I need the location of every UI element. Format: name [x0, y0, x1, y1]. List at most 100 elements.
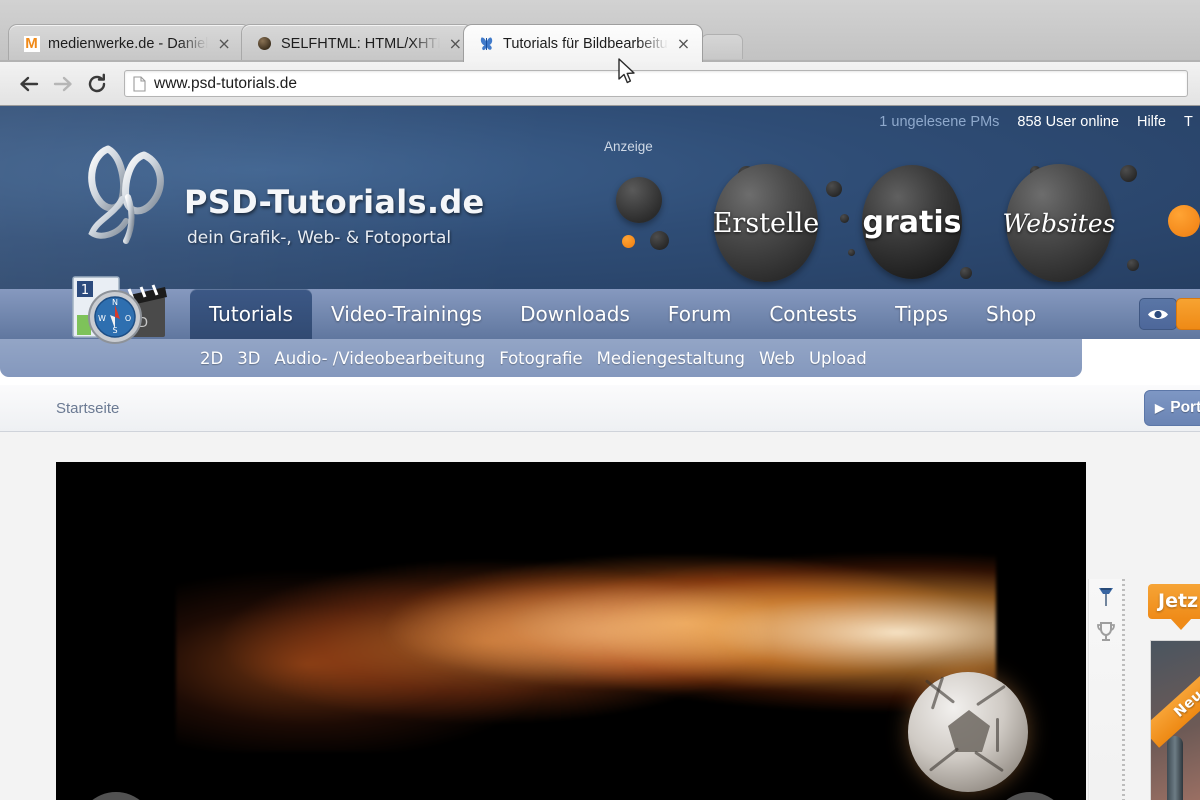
tab-close-icon[interactable]: ×	[677, 34, 690, 53]
web-page: 1 ungelesene PMs 858 User online Hilfe T	[0, 106, 1200, 800]
subnav-item-upload[interactable]: Upload	[809, 349, 867, 368]
chevron-right-icon: ▶	[1155, 401, 1165, 415]
ad-dot-dark	[1127, 259, 1139, 271]
pin-icon[interactable]	[1095, 585, 1117, 614]
breadcrumb-item-startseite[interactable]: Startseite	[56, 400, 119, 417]
help-link[interactable]: Hilfe	[1137, 114, 1166, 130]
nav-item-label: Shop	[986, 302, 1037, 326]
ad-dot-dark	[650, 231, 669, 250]
ad-dot-dark	[840, 214, 849, 223]
mouse-pointer-icon	[617, 58, 637, 91]
ball-seam	[974, 750, 1004, 773]
svg-text:W: W	[98, 314, 106, 323]
nav-item-label: Tutorials	[209, 302, 293, 326]
svg-text:1: 1	[81, 283, 89, 298]
nav-item-forum[interactable]: Forum	[649, 289, 750, 339]
site-header: 1 ungelesene PMs 858 User online Hilfe T	[0, 106, 1200, 289]
tab-title: Tutorials für Bildbearbeitu	[503, 35, 668, 52]
subnav-item-3d[interactable]: 3D	[237, 349, 260, 368]
m-letter-icon: M	[23, 34, 40, 52]
main-navigation: 2D 3D Audio- /Videobearbeitung Fotografi…	[0, 276, 1200, 385]
address-bar[interactable]: www.psd-tutorials.de	[124, 70, 1188, 97]
page-document-icon	[133, 75, 146, 92]
logo-text-block: PSD-Tutorials.de dein Grafik-, Web- & Fo…	[184, 141, 485, 248]
ad-dot-dark	[826, 181, 842, 197]
new-tab-button[interactable]	[701, 34, 743, 59]
trophy-icon[interactable]	[1095, 620, 1117, 649]
breadcrumb: Startseite ▶ Port	[0, 385, 1200, 432]
logo-tagline: dein Grafik-, Web- & Fotoportal	[187, 228, 452, 248]
users-online-label: 858 User online	[1017, 114, 1119, 130]
svg-text:O: O	[125, 314, 131, 323]
site-logo[interactable]: PSD-Tutorials.de dein Grafik-, Web- & Fo…	[78, 141, 485, 249]
promo-thumbnail[interactable]: Neuer	[1150, 640, 1200, 800]
page-title: PSD-Tutorials.de	[184, 183, 485, 221]
rail-dotted-divider	[1122, 579, 1125, 800]
portfolio-button[interactable]: ▶ Port	[1144, 390, 1200, 426]
unread-pms-link[interactable]: 1 ungelesene PMs	[879, 114, 999, 130]
ball-seam	[996, 718, 999, 752]
tab-close-icon[interactable]: ×	[217, 34, 230, 53]
subnav-item-web[interactable]: Web	[759, 349, 795, 368]
topbar-truncated-link[interactable]: T	[1184, 114, 1196, 130]
subnav-item-2d[interactable]: 2D	[200, 349, 223, 368]
ad-sphere-small	[616, 177, 662, 223]
tab-close-icon[interactable]: ×	[449, 34, 462, 53]
nav-item-label: Tipps	[895, 302, 949, 326]
nav-item-tipps[interactable]: Tipps	[876, 289, 967, 339]
thumbnail-graphic	[1167, 736, 1183, 800]
browser-tab-selfhtml[interactable]: SELFHTML: HTML/XHTM ×	[241, 24, 473, 62]
tab-title: medienwerke.de - Daniel	[48, 35, 209, 52]
nav-item-label: Downloads	[520, 302, 630, 326]
header-topbar: 1 ungelesene PMs 858 User online Hilfe T	[879, 114, 1200, 130]
tab-title: SELFHTML: HTML/XHTM	[281, 35, 440, 52]
nav-item-shop[interactable]: Shop	[967, 289, 1055, 339]
forward-arrow-icon	[46, 67, 80, 101]
jetzt-badge[interactable]: Jetz	[1148, 584, 1200, 630]
nav-item-tutorials[interactable]: Tutorials	[190, 289, 312, 339]
advertisement-banner[interactable]: Anzeige Erstelle gratis Websites	[600, 139, 1200, 282]
ball-seam	[928, 747, 960, 772]
soccer-ball-graphic	[908, 672, 1028, 792]
eye-icon[interactable]	[1139, 298, 1177, 330]
orange-action-button[interactable]	[1176, 298, 1200, 330]
nav-item-video-trainings[interactable]: Video-Trainings	[312, 289, 501, 339]
subnav-item-fotografie[interactable]: Fotografie	[499, 349, 582, 368]
ad-dot-dark	[1120, 165, 1137, 182]
back-arrow-icon[interactable]	[12, 67, 46, 101]
nav-item-label: Contests	[769, 302, 858, 326]
browser-tab-medienwerke[interactable]: M medienwerke.de - Daniel ×	[8, 24, 251, 62]
ad-dot-dark	[848, 249, 855, 256]
promo-sidebar: Jetz Neuer	[1140, 574, 1200, 800]
tab-list: M medienwerke.de - Daniel × SELFHTML: HT…	[8, 24, 743, 62]
tab-strip: M medienwerke.de - Daniel × SELFHTML: HT…	[0, 0, 1200, 62]
selfhtml-icon	[256, 35, 273, 52]
tutorials-compass-icon: 1 D N S W O	[55, 269, 175, 361]
subnav-item-audio-video[interactable]: Audio- /Videobearbeitung	[274, 349, 485, 368]
nav-item-downloads[interactable]: Downloads	[501, 289, 649, 339]
ad-sphere-websites: Websites	[1003, 164, 1115, 282]
subnav-item-mediengestaltung[interactable]: Mediengestaltung	[597, 349, 745, 368]
browser-toolbar: www.psd-tutorials.de	[0, 62, 1200, 106]
ball-seam	[976, 684, 1006, 707]
nav-item-list: Tutorials Video-Trainings Downloads Foru…	[190, 289, 1055, 339]
nav-item-label: Video-Trainings	[330, 302, 483, 326]
reload-icon[interactable]	[80, 67, 114, 101]
browser-window: M medienwerke.de - Daniel × SELFHTML: HT…	[0, 0, 1200, 800]
ad-sphere-erstelle: Erstelle	[712, 164, 820, 282]
flame-glow-graphic	[206, 572, 766, 722]
ad-dot-orange	[1168, 205, 1200, 237]
ad-word: Erstelle	[712, 207, 820, 239]
nav-item-contests[interactable]: Contests	[750, 289, 876, 339]
ad-dot-dark	[960, 267, 972, 279]
portfolio-button-label: Port	[1170, 399, 1200, 416]
nav-item-label: Forum	[667, 302, 732, 326]
ad-word: gratis	[862, 204, 962, 240]
butterfly-logo-icon	[78, 141, 178, 249]
ad-dot-orange	[622, 235, 635, 248]
ad-word: Websites	[1002, 208, 1116, 238]
ad-sphere-gratis: gratis	[862, 165, 962, 279]
browser-tab-psd-tutorials[interactable]: Tutorials für Bildbearbeitu ×	[463, 24, 703, 62]
butterfly-icon	[478, 35, 495, 52]
ball-pentagon	[948, 710, 990, 752]
